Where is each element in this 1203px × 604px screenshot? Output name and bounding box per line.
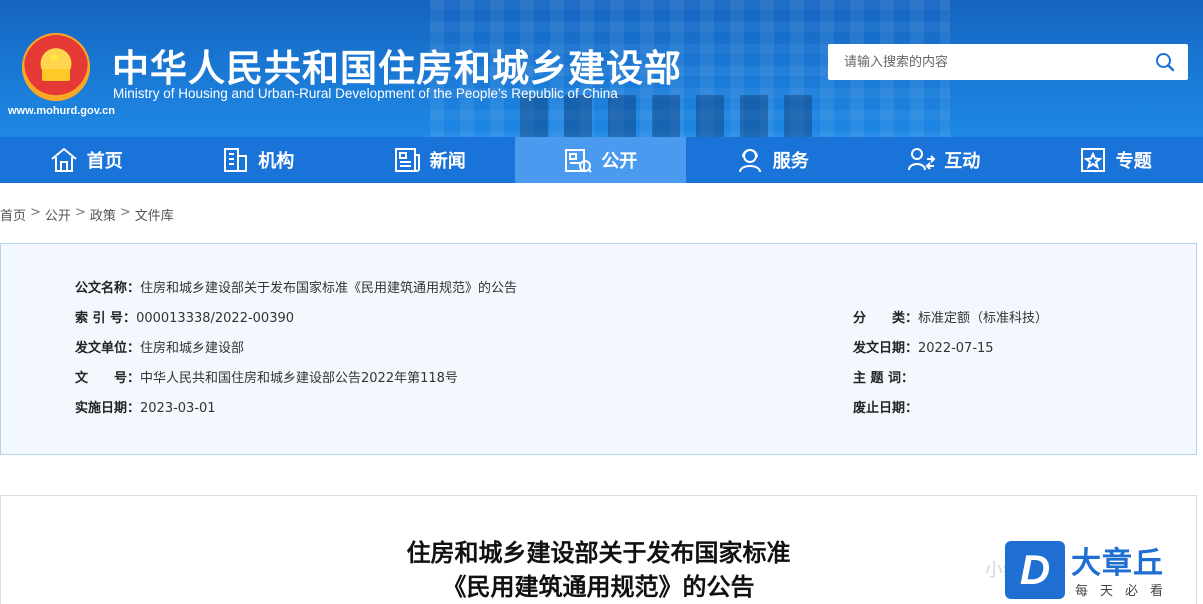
breadcrumb-disclosure[interactable]: 公开 bbox=[45, 205, 71, 224]
info-effective-date: 实施日期：2023-03-01 bbox=[75, 397, 216, 416]
info-repeal-date-label: 废止日期： bbox=[853, 401, 919, 416]
info-doc-name: 公文名称：住房和城乡建设部关于发布国家标准《民用建筑通用规范》的公告 bbox=[75, 277, 517, 296]
breadcrumb-policy[interactable]: 政策 bbox=[90, 205, 116, 224]
breadcrumb-separator: > bbox=[119, 205, 131, 220]
info-doc-name-label: 公文名称： bbox=[75, 281, 141, 296]
info-index-value: 000013338/2022-00390 bbox=[136, 311, 295, 326]
breadcrumb-separator: > bbox=[30, 205, 41, 220]
search-input[interactable] bbox=[828, 44, 1142, 80]
emblem-star-icon: ★ bbox=[48, 50, 61, 66]
header-banner: ★ www.mohurd.gov.cn 中华人民共和国住房和城乡建设部 Mini… bbox=[0, 0, 1203, 137]
site-url: www.mohurd.gov.cn bbox=[8, 105, 115, 117]
info-repeal-date: 废止日期： bbox=[853, 397, 918, 416]
nav-item-topics[interactable]: 专题 bbox=[1029, 137, 1201, 183]
info-issue-date-label: 发文日期： bbox=[853, 341, 919, 356]
nav-item-home[interactable]: 首页 bbox=[0, 137, 172, 183]
nav-item-service[interactable]: 服务 bbox=[686, 137, 858, 183]
site-subtitle: Ministry of Housing and Urban-Rural Deve… bbox=[113, 86, 618, 101]
info-category-label: 分 类： bbox=[853, 311, 919, 326]
star-icon bbox=[1080, 148, 1105, 172]
national-emblem-logo[interactable]: ★ bbox=[22, 33, 90, 101]
watermark-name: 大章丘 bbox=[1071, 546, 1164, 581]
nav-label-topics: 专题 bbox=[1115, 151, 1152, 172]
main-nav: 首页 机构 新闻 公开 服务 互动 专题 bbox=[0, 137, 1203, 183]
search-button[interactable] bbox=[1142, 44, 1188, 80]
nav-item-organization[interactable]: 机构 bbox=[172, 137, 344, 183]
info-issuer-label: 发文单位： bbox=[75, 341, 141, 356]
info-issue-date-value: 2022-07-15 bbox=[918, 341, 994, 356]
breadcrumb-separator: > bbox=[74, 205, 86, 220]
banner-building-windows bbox=[520, 95, 820, 137]
breadcrumb-home[interactable]: 首页 bbox=[0, 205, 26, 224]
breadcrumb-file-library[interactable]: 文件库 bbox=[135, 205, 174, 224]
nav-item-news[interactable]: 新闻 bbox=[343, 137, 515, 183]
nav-label-news: 新闻 bbox=[429, 151, 466, 172]
nav-item-interaction[interactable]: 互动 bbox=[858, 137, 1030, 183]
home-icon bbox=[51, 147, 77, 172]
info-category-value: 标准定额（标准科技） bbox=[918, 311, 1049, 326]
info-index-label: 索 引 号： bbox=[75, 311, 137, 326]
info-effective-date-value: 2023-03-01 bbox=[140, 401, 216, 416]
emblem-gate-shape bbox=[42, 69, 70, 81]
watermark-badge: D bbox=[1005, 541, 1065, 599]
search-icon bbox=[1156, 53, 1175, 72]
document-info-panel: 公文名称：住房和城乡建设部关于发布国家标准《民用建筑通用规范》的公告 索 引 号… bbox=[0, 243, 1197, 455]
info-doc-name-value: 住房和城乡建设部关于发布国家标准《民用建筑通用规范》的公告 bbox=[140, 281, 518, 296]
info-issuer-value: 住房和城乡建设部 bbox=[140, 341, 245, 356]
watermark-slogan: 每天必看 bbox=[1075, 584, 1176, 599]
nav-label-organization: 机构 bbox=[258, 151, 295, 172]
info-index: 索 引 号：000013338/2022-00390 bbox=[75, 307, 294, 326]
info-doc-number-value: 中华人民共和国住房和城乡建设部公告2022年第118号 bbox=[140, 371, 458, 386]
watermark-logo: 小编 D 大章丘 每天必看 bbox=[985, 538, 1203, 604]
nav-label-home: 首页 bbox=[86, 151, 123, 172]
info-issuer: 发文单位：住房和城乡建设部 bbox=[75, 337, 244, 356]
info-keywords: 主 题 词： bbox=[853, 367, 914, 386]
nav-label-service: 服务 bbox=[772, 151, 809, 172]
info-keywords-label: 主 题 词： bbox=[853, 371, 915, 386]
site-title[interactable]: 中华人民共和国住房和城乡建设部 bbox=[112, 38, 682, 92]
info-doc-number: 文 号：中华人民共和国住房和城乡建设部公告2022年第118号 bbox=[75, 367, 458, 386]
newspaper-icon bbox=[394, 148, 420, 172]
info-category: 分 类：标准定额（标准科技） bbox=[853, 307, 1048, 326]
search-box bbox=[828, 44, 1188, 80]
info-issue-date: 发文日期：2022-07-15 bbox=[853, 337, 994, 356]
breadcrumb: 首页 > 公开 > 政策 > 文件库 bbox=[0, 205, 174, 224]
building-icon bbox=[224, 148, 248, 172]
nav-item-disclosure[interactable]: 公开 bbox=[514, 137, 686, 183]
nav-label-interaction: 互动 bbox=[944, 151, 981, 172]
disclosure-icon bbox=[565, 149, 592, 173]
info-effective-date-label: 实施日期： bbox=[75, 401, 141, 416]
interaction-icon bbox=[908, 148, 936, 171]
info-doc-number-label: 文 号： bbox=[75, 371, 141, 386]
nav-label-disclosure: 公开 bbox=[601, 151, 638, 172]
service-icon bbox=[738, 149, 761, 173]
